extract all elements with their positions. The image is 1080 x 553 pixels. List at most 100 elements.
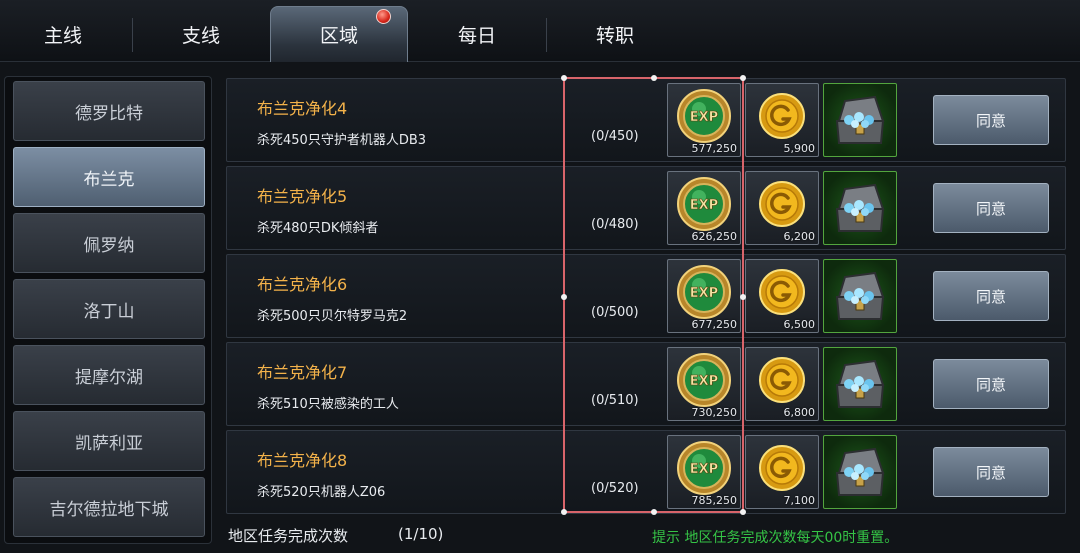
tab-label: 转职 xyxy=(595,24,634,47)
region-quest-count-label: 地区任务完成次数 xyxy=(228,527,349,545)
region-item-blank[interactable]: 布兰克 xyxy=(13,147,205,207)
quest-list: 布兰克净化4 杀死450只守护者机器人DB3 (0/450) EXP 577,2… xyxy=(226,78,1066,518)
region-label: 提摩尔湖 xyxy=(75,367,143,388)
exp-reward-slot[interactable]: EXP 730,250 xyxy=(667,347,741,421)
exp-amount: 626,250 xyxy=(691,230,738,243)
accept-button-label: 同意 xyxy=(975,375,1006,394)
quest-title: 布兰克净化8 xyxy=(257,451,348,470)
quest-progress: (0/510) xyxy=(591,393,639,408)
exp-coin-icon: EXP xyxy=(677,88,731,143)
tab-bar: 主线 支线 区域 每日 转职 xyxy=(0,0,1080,62)
gold-coin-icon xyxy=(759,444,805,491)
tab-region[interactable]: 区域 xyxy=(270,6,408,62)
region-item-timor-lake[interactable]: 提摩尔湖 xyxy=(13,345,205,405)
region-list: 德罗比特 布兰克 佩罗纳 洛丁山 提摩尔湖 凯萨利亚 吉尔德拉地下城 xyxy=(4,76,212,544)
svg-text:EXP: EXP xyxy=(690,374,718,389)
quest-title: 布兰克净化6 xyxy=(257,275,348,294)
exp-amount: 677,250 xyxy=(691,318,738,331)
exp-coin-icon: EXP xyxy=(677,264,731,319)
gold-coin-icon xyxy=(759,180,805,227)
region-label: 布兰克 xyxy=(83,169,135,190)
accept-quest-button[interactable]: 同意 xyxy=(933,271,1049,321)
treasure-chest-icon xyxy=(835,95,885,144)
region-label: 洛丁山 xyxy=(83,301,135,322)
gold-coin-icon xyxy=(759,268,805,315)
quest-row: 布兰克净化6 杀死500只贝尔特罗马克2 (0/500) EXP 677,250 xyxy=(226,254,1066,338)
region-item-gildra-dungeon[interactable]: 吉尔德拉地下城 xyxy=(13,477,205,537)
item-reward-slot[interactable] xyxy=(823,347,897,421)
exp-reward-slot[interactable]: EXP 626,250 xyxy=(667,171,741,245)
gold-reward-slot[interactable]: 7,100 xyxy=(745,435,819,509)
accept-quest-button[interactable]: 同意 xyxy=(933,359,1049,409)
svg-text:EXP: EXP xyxy=(690,286,718,301)
quest-progress: (0/480) xyxy=(591,217,639,232)
exp-amount: 577,250 xyxy=(691,142,738,155)
region-label: 吉尔德拉地下城 xyxy=(49,499,169,520)
gold-reward-slot[interactable]: 5,900 xyxy=(745,83,819,157)
svg-text:EXP: EXP xyxy=(690,462,718,477)
gold-amount: 6,200 xyxy=(783,230,816,243)
gold-coin-icon xyxy=(759,92,805,139)
quest-row: 布兰克净化8 杀死520只机器人Z06 (0/520) EXP 785,250 xyxy=(226,430,1066,514)
gold-reward-slot[interactable]: 6,800 xyxy=(745,347,819,421)
treasure-chest-icon xyxy=(835,271,885,320)
exp-amount: 730,250 xyxy=(691,406,738,419)
quest-title: 布兰克净化5 xyxy=(257,187,348,206)
exp-coin-icon: EXP xyxy=(677,440,731,495)
exp-coin-icon: EXP xyxy=(677,176,731,231)
exp-amount: 785,250 xyxy=(691,494,738,507)
tab-label: 区域 xyxy=(319,25,358,47)
gold-amount: 7,100 xyxy=(783,494,816,507)
treasure-chest-icon xyxy=(835,447,885,496)
tab-label: 支线 xyxy=(181,24,220,47)
quest-description: 杀死520只机器人Z06 xyxy=(257,485,386,500)
quest-progress: (0/520) xyxy=(591,481,639,496)
notification-dot-icon xyxy=(376,9,391,24)
gold-amount: 6,500 xyxy=(783,318,816,331)
accept-button-label: 同意 xyxy=(975,463,1006,482)
exp-reward-slot[interactable]: EXP 677,250 xyxy=(667,259,741,333)
quest-description: 杀死500只贝尔特罗马克2 xyxy=(257,309,408,324)
svg-text:EXP: EXP xyxy=(690,110,718,125)
gold-amount: 5,900 xyxy=(783,142,816,155)
tab-job-change[interactable]: 转职 xyxy=(546,6,684,62)
item-reward-slot[interactable] xyxy=(823,83,897,157)
region-item-perona[interactable]: 佩罗纳 xyxy=(13,213,205,273)
region-item-derobit[interactable]: 德罗比特 xyxy=(13,81,205,141)
gold-reward-slot[interactable]: 6,500 xyxy=(745,259,819,333)
item-reward-slot[interactable] xyxy=(823,435,897,509)
quest-progress: (0/500) xyxy=(591,305,639,320)
quest-row: 布兰克净化7 杀死510只被感染的工人 (0/510) EXP 730,250 xyxy=(226,342,1066,426)
exp-reward-slot[interactable]: EXP 577,250 xyxy=(667,83,741,157)
svg-text:EXP: EXP xyxy=(690,198,718,213)
accept-quest-button[interactable]: 同意 xyxy=(933,447,1049,497)
region-label: 德罗比特 xyxy=(75,103,143,124)
tab-main-quest[interactable]: 主线 xyxy=(0,6,132,62)
treasure-chest-icon xyxy=(835,183,885,232)
accept-quest-button[interactable]: 同意 xyxy=(933,183,1049,233)
quest-progress: (0/450) xyxy=(591,129,639,144)
quest-title: 布兰克净化7 xyxy=(257,363,348,382)
quest-title: 布兰克净化4 xyxy=(257,99,348,118)
gold-reward-slot[interactable]: 6,200 xyxy=(745,171,819,245)
accept-quest-button[interactable]: 同意 xyxy=(933,95,1049,145)
region-item-caesarea[interactable]: 凯萨利亚 xyxy=(13,411,205,471)
item-reward-slot[interactable] xyxy=(823,259,897,333)
accept-button-label: 同意 xyxy=(975,287,1006,306)
reset-tip-text: 提示 地区任务完成次数每天00时重置。 xyxy=(652,530,899,546)
treasure-chest-icon xyxy=(835,359,885,408)
region-quest-count-value: (1/10) xyxy=(398,525,444,543)
tab-label: 主线 xyxy=(43,24,82,47)
tab-daily[interactable]: 每日 xyxy=(408,6,546,62)
region-label: 佩罗纳 xyxy=(83,235,135,256)
region-item-lodin-mountain[interactable]: 洛丁山 xyxy=(13,279,205,339)
tab-label: 每日 xyxy=(457,24,496,47)
quest-description: 杀死450只守护者机器人DB3 xyxy=(257,133,427,148)
exp-coin-icon: EXP xyxy=(677,352,731,407)
quest-description: 杀死510只被感染的工人 xyxy=(257,397,399,412)
exp-reward-slot[interactable]: EXP 785,250 xyxy=(667,435,741,509)
item-reward-slot[interactable] xyxy=(823,171,897,245)
quest-row: 布兰克净化5 杀死480只DK倾斜者 (0/480) EXP 626,250 6… xyxy=(226,166,1066,250)
tab-side-quest[interactable]: 支线 xyxy=(132,6,270,62)
gold-coin-icon xyxy=(759,356,805,403)
